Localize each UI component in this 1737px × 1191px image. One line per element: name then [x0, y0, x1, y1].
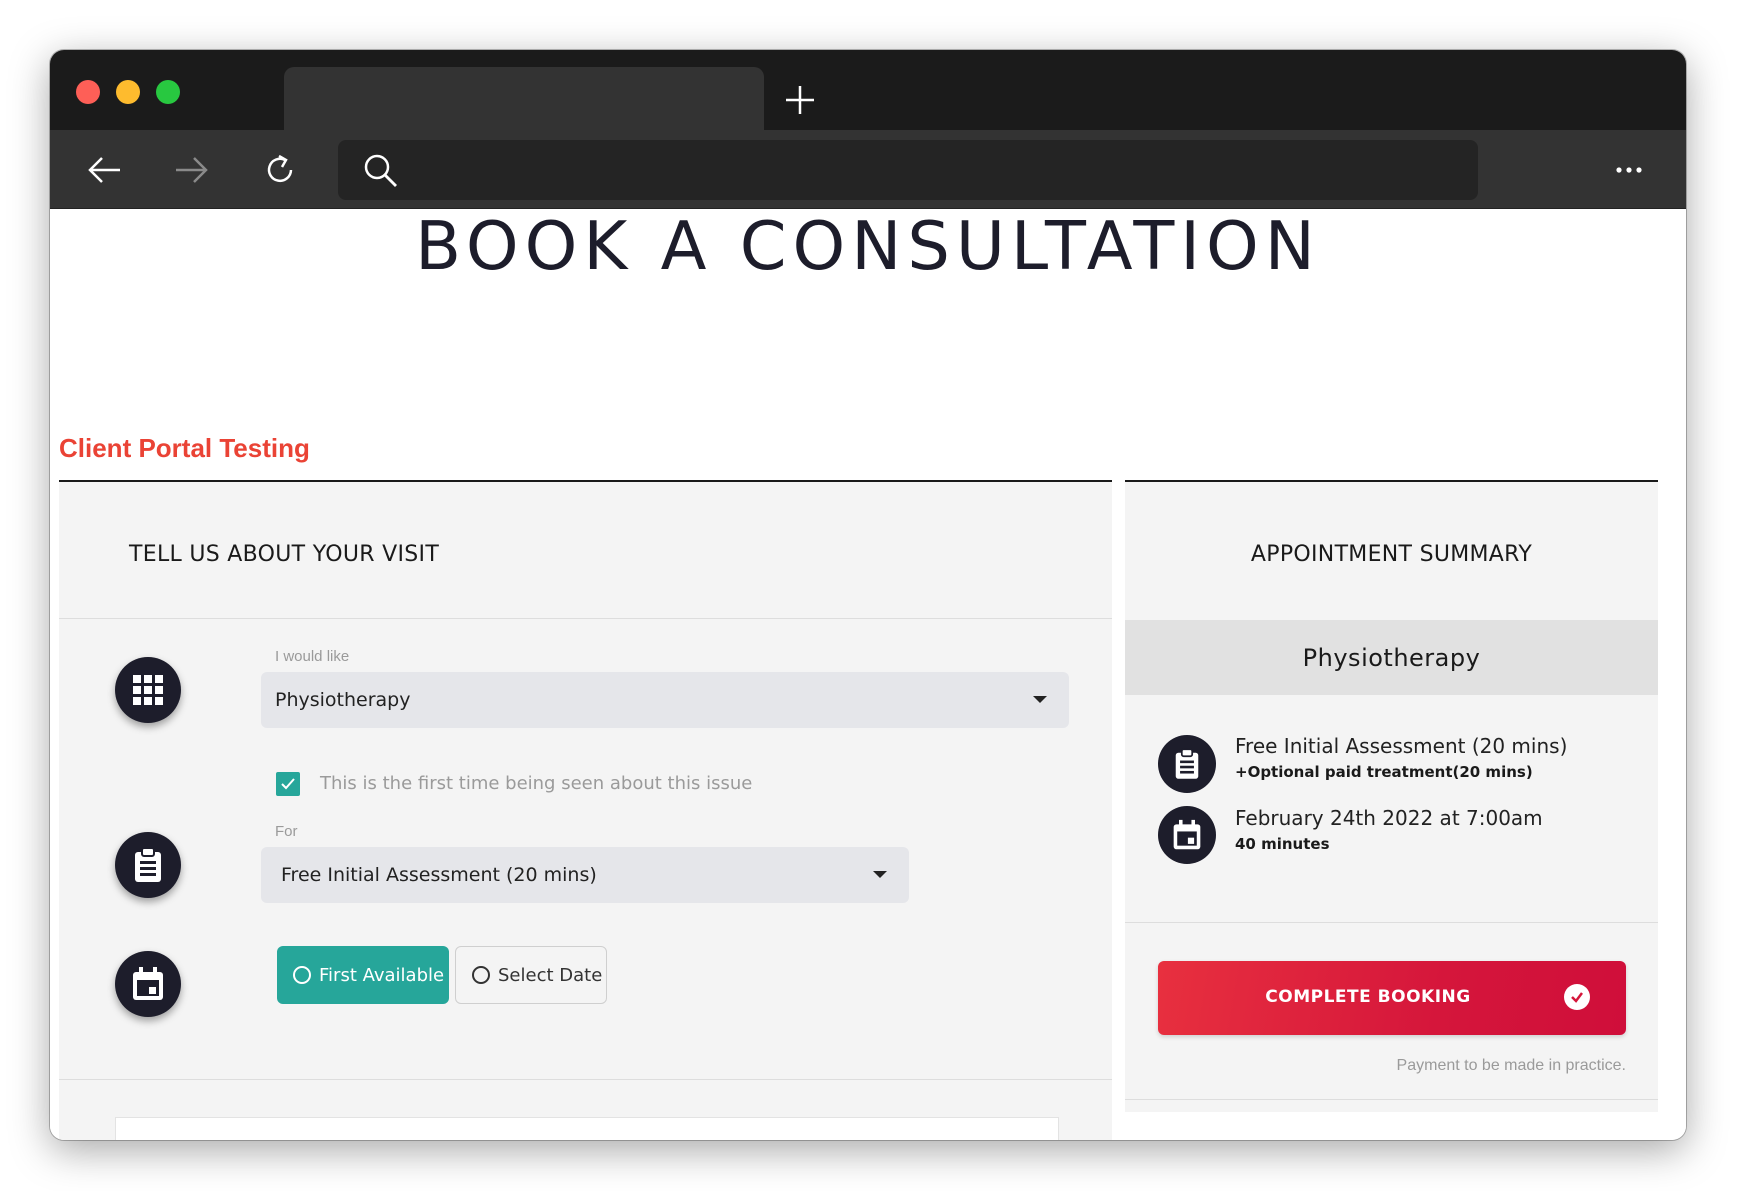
divider: [1125, 922, 1658, 923]
service-select[interactable]: Physiotherapy: [261, 672, 1069, 728]
check-circle-icon: [1564, 984, 1590, 1010]
summary-service: Physiotherapy: [1125, 620, 1658, 695]
first-available-option[interactable]: First Available: [277, 946, 449, 1004]
forward-arrow-icon: [176, 157, 208, 183]
new-tab-button[interactable]: [780, 80, 820, 120]
minimize-window-button[interactable]: [116, 80, 140, 104]
summary-appointment-type: Free Initial Assessment (20 mins): [1235, 734, 1568, 758]
back-button[interactable]: [82, 148, 126, 192]
maximize-window-button[interactable]: [156, 80, 180, 104]
first-time-checkbox[interactable]: [276, 772, 300, 796]
for-label: For: [275, 823, 298, 840]
page-content: BOOK A CONSULTATION Client Portal Testin…: [50, 209, 1686, 1140]
select-date-option[interactable]: Select Date: [455, 946, 607, 1004]
complete-booking-label: COMPLETE BOOKING: [1265, 987, 1471, 1007]
calendar-icon: [115, 951, 181, 1017]
service-label: I would like: [275, 648, 350, 665]
summary-heading: APPOINTMENT SUMMARY: [1250, 542, 1533, 567]
divider: [59, 1079, 1112, 1080]
appointment-type-value: Free Initial Assessment (20 mins): [281, 864, 597, 886]
calendar-icon: [1158, 806, 1216, 864]
visit-panel: TELL US ABOUT YOUR VISIT I would like Ph…: [59, 480, 1112, 1140]
payment-note: Payment to be made in practice.: [1396, 1057, 1626, 1074]
more-menu-button[interactable]: [1607, 148, 1651, 192]
browser-window: BOOK A CONSULTATION Client Portal Testin…: [50, 50, 1686, 1140]
chevron-down-icon: [1033, 696, 1047, 703]
reload-icon: [267, 154, 293, 183]
reload-button[interactable]: [258, 148, 302, 192]
clipboard-icon: [1158, 735, 1216, 793]
browser-toolbar: [50, 130, 1686, 209]
checkmark-icon: [281, 778, 295, 790]
address-bar[interactable]: [338, 140, 1478, 200]
summary-panel: APPOINTMENT SUMMARY Physiotherapy Free I…: [1125, 480, 1658, 1112]
browser-tab[interactable]: [284, 67, 764, 130]
title-bar: [50, 50, 1686, 130]
clipboard-icon: [115, 832, 181, 898]
chevron-down-icon: [873, 871, 887, 878]
summary-duration: 40 minutes: [1235, 835, 1330, 853]
portal-title: Client Portal Testing: [59, 433, 310, 463]
plus-icon: [786, 86, 814, 114]
summary-datetime: February 24th 2022 at 7:00am: [1235, 806, 1543, 830]
page-title: BOOK A CONSULTATION: [415, 209, 1321, 285]
select-date-label: Select Date: [498, 964, 603, 986]
summary-appointment-extra: +Optional paid treatment(20 mins): [1235, 763, 1533, 781]
complete-booking-button[interactable]: COMPLETE BOOKING: [1158, 961, 1626, 1035]
first-available-label: First Available: [319, 964, 445, 986]
more-icon: [1616, 167, 1642, 173]
back-arrow-icon: [88, 157, 120, 183]
appointment-type-select[interactable]: Free Initial Assessment (20 mins): [261, 847, 909, 903]
first-time-label: This is the first time being seen about …: [320, 773, 753, 794]
visit-heading: TELL US ABOUT YOUR VISIT: [129, 542, 440, 567]
service-select-value: Physiotherapy: [275, 689, 411, 711]
divider: [59, 618, 1112, 619]
radio-icon: [472, 966, 490, 984]
radio-icon: [293, 966, 311, 984]
grid-icon: [115, 657, 181, 723]
forward-button[interactable]: [170, 148, 214, 192]
next-section-card: [115, 1117, 1059, 1140]
search-icon: [360, 150, 402, 192]
divider: [1125, 1099, 1658, 1100]
close-window-button[interactable]: [76, 80, 100, 104]
